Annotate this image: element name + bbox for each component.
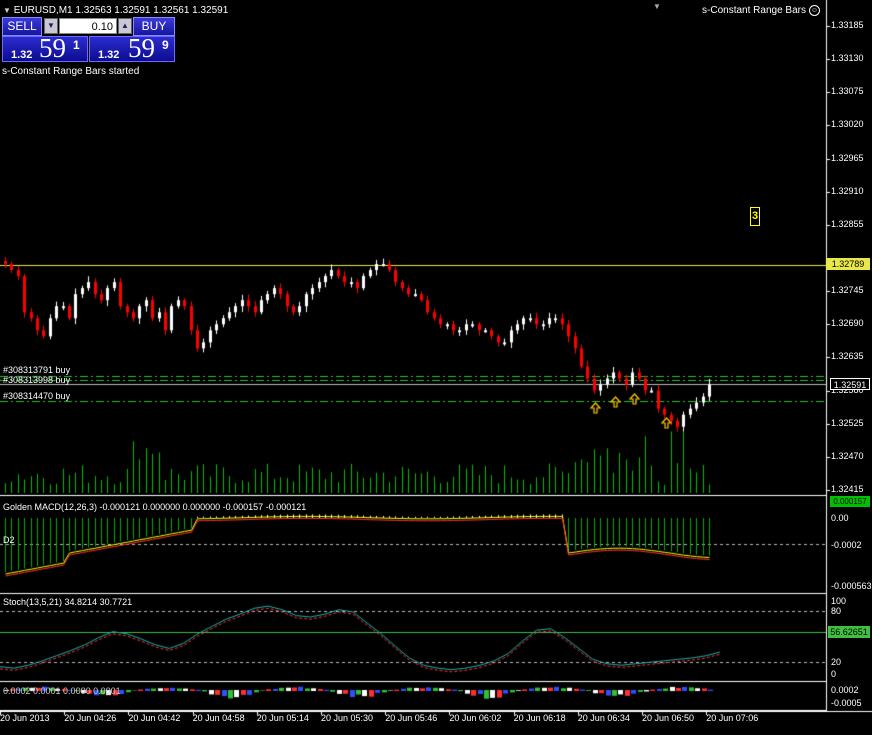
sell-button[interactable]: SELL: [2, 17, 42, 36]
price-tick-label: 1.33020: [831, 119, 864, 130]
time-tick-label: 20 Jun 05:30: [321, 713, 374, 723]
price-tick-label: 1.33130: [831, 53, 864, 64]
time-tick-label: 20 Jun 05:14: [256, 713, 309, 723]
time-tick-label: 20 Jun 06:18: [513, 713, 566, 723]
time-tick-label: 20 Jun 06:50: [642, 713, 695, 723]
time-tick-label: 20 Jun 04:42: [128, 713, 181, 723]
stoch-level-label: 56.62651: [828, 626, 870, 638]
buy-price-box[interactable]: 1.32 59 9: [89, 33, 175, 63]
level-price-label: 1.32789: [826, 258, 870, 270]
stoch-tick-20: 20: [831, 657, 842, 667]
sell-price-box[interactable]: 1.32 59 1: [2, 33, 88, 63]
price-chart-canvas[interactable]: [0, 0, 872, 735]
time-tick-label: 20 Jun 04:26: [64, 713, 117, 723]
macd-tick-2: -0.000563: [831, 581, 872, 591]
osc4-tick-0: 0.0002: [831, 685, 859, 695]
menu-triangle-icon[interactable]: ▼: [3, 6, 11, 15]
lot-decrease-button[interactable]: ▼: [44, 18, 58, 34]
chart-shift-icon[interactable]: ▼: [653, 2, 661, 11]
macd-side-label: D2: [3, 535, 15, 545]
indicator-started-message: s-Constant Range Bars started: [2, 66, 140, 77]
lot-increase-button[interactable]: ▲: [118, 18, 132, 34]
price-tick-label: 1.32470: [831, 450, 864, 461]
time-tick-label: 20 Jun 04:58: [192, 713, 245, 723]
osc4-tick-1: -0.0005: [831, 698, 862, 708]
price-tick-label: 1.32635: [831, 351, 864, 362]
price-tick-label: 1.32525: [831, 417, 864, 428]
time-tick-label: 20 Jun 06:34: [577, 713, 630, 723]
time-tick-label: 20 Jun 06:02: [449, 713, 502, 723]
order-label-1: #308313791 buy: [3, 365, 71, 375]
time-tick-label: 20 Jun 07:06: [706, 713, 759, 723]
time-tick-label: 20 Jun 2013: [0, 713, 50, 723]
macd-level-label: 0.000157: [830, 496, 870, 507]
osc4-title: 0.0002 0.0001 0.0000 0.0001: [3, 686, 121, 696]
price-tick-label: 1.33185: [831, 20, 864, 30]
price-tick-label: 1.33075: [831, 86, 864, 97]
price-tick-label: 1.32855: [831, 218, 864, 229]
stoch-tick-80: 80: [831, 606, 842, 616]
bar-count-marker: 3: [750, 207, 760, 226]
price-tick-label: 1.32965: [831, 152, 864, 163]
stoch-tick-0: 0: [831, 669, 837, 679]
price-tick-label: 1.32690: [831, 318, 864, 329]
order-label-2: #308313998 buy: [3, 375, 71, 385]
macd-tick-1: -0.0002: [831, 540, 862, 550]
smiley-icon: ☺: [809, 5, 820, 16]
time-tick-label: 20 Jun 05:46: [385, 713, 438, 723]
lot-input[interactable]: 0.10: [59, 18, 117, 34]
symbol-info: ▼ EURUSD,M1 1.32563 1.32591 1.32561 1.32…: [3, 5, 229, 16]
macd-title: Golden MACD(12,26,3) -0.000121 0.000000 …: [3, 502, 307, 512]
stoch-tick-100: 100: [831, 596, 847, 606]
price-tick-label: 1.32910: [831, 185, 864, 196]
price-tick-label: 1.32745: [831, 285, 864, 296]
current-price-label: 1.32591: [830, 378, 870, 390]
macd-tick-0: 0.00: [831, 513, 849, 523]
order-label-3: #308314470 buy: [3, 391, 71, 401]
stoch-title: Stoch(13,5,21) 34.8214 30.7721: [3, 597, 133, 607]
indicator-name: s-Constant Range Bars ☺: [702, 5, 820, 17]
price-tick-label: 1.32415: [831, 484, 864, 494]
